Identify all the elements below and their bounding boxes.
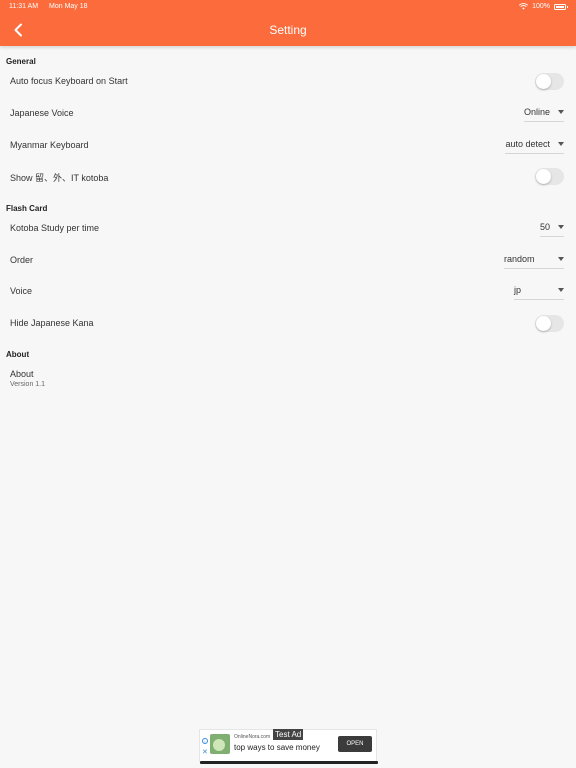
- voice-select[interactable]: jp: [514, 282, 564, 300]
- about-item[interactable]: About: [10, 369, 34, 379]
- setting-row-order: Order random: [0, 245, 576, 275]
- battery-percent: 100%: [532, 3, 550, 10]
- ad-info-icon[interactable]: i: [202, 738, 208, 744]
- caret-down-icon: [558, 109, 564, 114]
- page-title: Setting: [269, 23, 307, 37]
- toggle-knob: [536, 74, 551, 89]
- wifi-icon: [519, 3, 529, 10]
- select-value: jp: [514, 284, 522, 295]
- show-kotoba-toggle[interactable]: [535, 168, 564, 185]
- select-value: Online: [523, 106, 550, 117]
- ad-headline: top ways to save money: [234, 743, 320, 752]
- hide-kana-toggle[interactable]: [535, 315, 564, 332]
- setting-label: Voice: [10, 286, 33, 296]
- select-value: random: [504, 253, 535, 264]
- setting-row-kotoba-study: Kotoba Study per time 50: [0, 213, 576, 243]
- setting-label: Hide Japanese Kana: [10, 318, 94, 328]
- setting-label: Myanmar Keyboard: [10, 140, 89, 150]
- setting-label: Show 留、外、IT kotoba: [10, 173, 109, 183]
- battery-icon: [554, 3, 568, 10]
- ad-close-icon[interactable]: ✕: [202, 748, 208, 756]
- status-time: 11:31 AM: [9, 3, 39, 10]
- home-indicator: [200, 761, 378, 764]
- ad-banner[interactable]: i ✕ OnlineNora.com Test Ad top ways to s…: [199, 729, 378, 764]
- setting-row-hide-kana: Hide Japanese Kana: [0, 308, 576, 338]
- ad-test-tag: Test Ad: [273, 729, 304, 740]
- setting-row-myanmar-keyboard: Myanmar Keyboard auto detect: [0, 130, 576, 160]
- auto-focus-toggle[interactable]: [535, 73, 564, 90]
- ad-domain: OnlineNora.com: [234, 734, 271, 740]
- select-value: 50: [539, 221, 550, 232]
- app-header: 11:31 AM Mon May 18 100% Setting: [0, 0, 576, 46]
- setting-label: Japanese Voice: [10, 108, 74, 118]
- status-date: Mon May 18: [49, 3, 88, 10]
- japanese-voice-select[interactable]: Online: [523, 104, 564, 122]
- ad-image: [210, 734, 230, 754]
- setting-row-japanese-voice: Japanese Voice Online: [0, 98, 576, 128]
- select-value: auto detect: [505, 138, 550, 149]
- section-title-general: General: [6, 57, 36, 66]
- setting-row-voice: Voice jp: [0, 276, 576, 306]
- caret-down-icon: [558, 224, 564, 229]
- section-title-flash-card: Flash Card: [6, 204, 48, 213]
- kotoba-study-select[interactable]: 50: [539, 219, 564, 237]
- status-bar: 11:31 AM Mon May 18 100%: [0, 0, 576, 14]
- setting-label: Order: [10, 255, 34, 265]
- ad-open-button[interactable]: OPEN: [338, 736, 372, 752]
- app-version: Version 1.1: [10, 381, 46, 388]
- caret-down-icon: [558, 141, 564, 146]
- setting-row-auto-focus: Auto focus Keyboard on Start: [0, 66, 576, 96]
- caret-down-icon: [558, 287, 564, 292]
- caret-down-icon: [558, 256, 564, 261]
- myanmar-keyboard-select[interactable]: auto detect: [505, 136, 564, 154]
- toggle-knob: [536, 169, 551, 184]
- setting-row-show-kotoba: Show 留、外、IT kotoba: [0, 161, 576, 191]
- toggle-knob: [536, 316, 551, 331]
- setting-label: Auto focus Keyboard on Start: [10, 76, 128, 86]
- section-title-about: About: [6, 350, 30, 359]
- setting-label: Kotoba Study per time: [10, 223, 100, 233]
- order-select[interactable]: random: [504, 251, 564, 269]
